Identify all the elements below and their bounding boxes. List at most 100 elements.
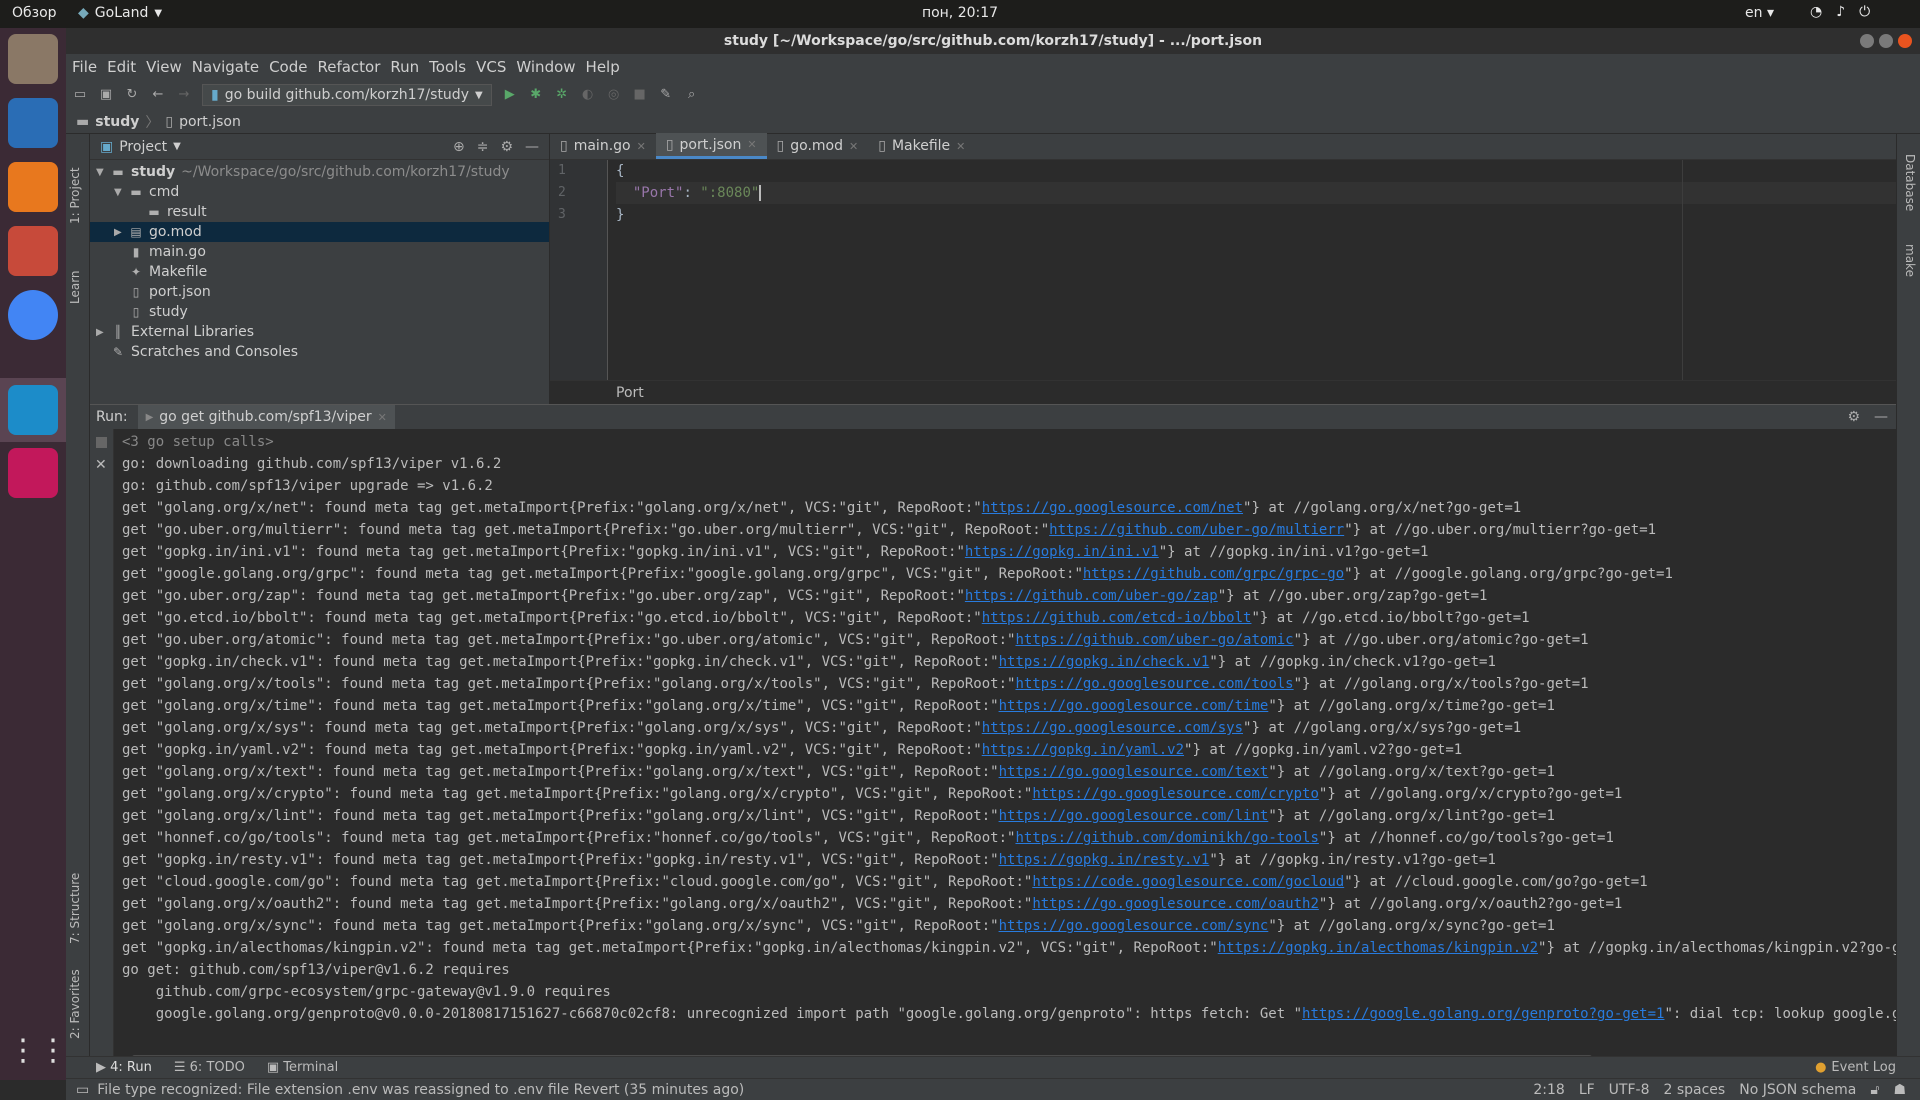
wifi-icon[interactable]: ◔ [1810, 4, 1822, 20]
tree-item[interactable]: ▼ ▬ study ~/Workspace/go/src/github.com/kor… [90, 162, 549, 182]
chevron-down-icon[interactable]: ▼ [114, 187, 128, 198]
line-separator[interactable]: LF [1579, 1082, 1595, 1098]
console-link[interactable]: https://go.googlesource.com/oauth2 [1032, 896, 1319, 912]
close-icon[interactable] [1898, 34, 1912, 48]
editor-tab[interactable]: ▯ port.json ✕ [655, 133, 767, 159]
sync-icon[interactable]: ↻ [124, 87, 140, 103]
menu-window[interactable]: Window [516, 58, 575, 76]
console-link[interactable]: https://gopkg.in/check.v1 [999, 654, 1210, 670]
tool-make[interactable]: make [1903, 244, 1917, 277]
lock-icon[interactable]: 🔓︎ [1870, 1082, 1879, 1098]
writer-icon[interactable] [8, 98, 58, 148]
search-icon[interactable]: ⌕ [684, 87, 700, 103]
event-log-button[interactable]: ● Event Log [1815, 1060, 1896, 1075]
tab-run[interactable]: ▶ 4: Run [96, 1060, 152, 1075]
gear-icon[interactable]: ⚙ [500, 139, 513, 155]
chevron-right-icon[interactable]: ▶ [96, 327, 110, 338]
tool-learn[interactable]: Learn [68, 270, 82, 304]
project-view-selector[interactable]: Project [119, 139, 167, 155]
hide-icon[interactable]: — [1874, 409, 1888, 425]
close-tab-icon[interactable]: ✕ [747, 138, 756, 151]
console-link[interactable]: https://go.googlesource.com/sys [982, 720, 1243, 736]
console-link[interactable]: https://go.googlesource.com/tools [1015, 676, 1293, 692]
console-link[interactable]: https://github.com/dominikh/go-tools [1015, 830, 1318, 846]
tree-item[interactable]: ▯ study [90, 302, 549, 322]
tree-item[interactable]: ✦ Makefile [90, 262, 549, 282]
console-link[interactable]: https://google.golang.org/genproto?go-ge… [1302, 1006, 1664, 1022]
tree-item[interactable]: ▬ result [90, 202, 549, 222]
chevron-right-icon[interactable]: ▶ [114, 227, 128, 238]
console-link[interactable]: https://go.googlesource.com/text [999, 764, 1269, 780]
console-link[interactable]: https://github.com/uber-go/atomic [1015, 632, 1293, 648]
status-message[interactable]: File type recognized: File extension .en… [97, 1082, 744, 1098]
menu-navigate[interactable]: Navigate [192, 58, 259, 76]
editor-tab[interactable]: ▯ go.mod ✕ [767, 133, 869, 159]
locate-icon[interactable]: ⊕ [453, 139, 465, 155]
indent-setting[interactable]: 2 spaces [1663, 1082, 1725, 1098]
json-path[interactable]: Port [616, 385, 644, 401]
open-folder-icon[interactable]: ▭ [72, 87, 88, 103]
run-configuration-selector[interactable]: ▮ go build github.com/korzh17/study ▼ [202, 84, 492, 106]
coverage-icon[interactable]: ✲ [554, 87, 570, 103]
breadcrumb-root[interactable]: study [95, 114, 139, 130]
menu-vcs[interactable]: VCS [476, 58, 506, 76]
console-link[interactable]: https://go.googlesource.com/sync [999, 918, 1269, 934]
code-editor[interactable]: { "Port": ":8080" } [616, 160, 1896, 380]
stop-icon[interactable]: ■ [632, 87, 648, 103]
editor-tab[interactable]: ▯ main.go ✕ [550, 133, 656, 159]
goland-dock-icon[interactable] [8, 385, 58, 435]
caret-position[interactable]: 2:18 [1533, 1082, 1564, 1098]
console-link[interactable]: https://gopkg.in/yaml.v2 [982, 742, 1184, 758]
tool-project[interactable]: 1: Project [68, 167, 82, 224]
tree-item[interactable]: ▼ ▬ cmd [90, 182, 549, 202]
run-console-output[interactable]: <3 go setup calls> go: downloading github… [122, 431, 1896, 1031]
debug-icon[interactable]: ✱ [528, 87, 544, 103]
software-center-icon[interactable] [8, 162, 58, 212]
console-link[interactable]: https://code.googlesource.com/gocloud [1032, 874, 1344, 890]
editor-tab[interactable]: ▯ Makefile ✕ [868, 133, 975, 159]
console-link[interactable]: https://gopkg.in/alecthomas/kingpin.v2 [1218, 940, 1538, 956]
attach-icon[interactable]: ◎ [606, 87, 622, 103]
tree-item[interactable]: ✎ Scratches and Consoles [90, 342, 549, 362]
forward-arrow-icon[interactable]: → [176, 87, 192, 103]
console-link[interactable]: https://github.com/uber-go/zap [965, 588, 1218, 604]
menu-tools[interactable]: Tools [429, 58, 466, 76]
menu-code[interactable]: Code [269, 58, 307, 76]
close-tab-icon[interactable]: ✕ [956, 140, 965, 153]
stop-icon[interactable] [96, 437, 107, 448]
save-icon[interactable]: ▣ [98, 87, 114, 103]
maximize-icon[interactable] [1879, 34, 1893, 48]
tree-item[interactable]: ▶ ║ External Libraries [90, 322, 549, 342]
status-panel-icon[interactable]: ▭ [76, 1082, 89, 1098]
run-icon[interactable]: ▶ [502, 87, 518, 103]
back-arrow-icon[interactable]: ← [150, 87, 166, 103]
power-icon[interactable]: ⏻ [1859, 4, 1870, 20]
console-fold[interactable]: <3 go setup calls> [122, 431, 1896, 453]
breadcrumb-file[interactable]: port.json [179, 114, 241, 130]
close-tab-icon[interactable]: ✕ [849, 140, 858, 153]
collapse-all-icon[interactable]: ≑ [477, 139, 489, 155]
language-indicator[interactable]: en ▾ [1745, 5, 1774, 21]
inspector-icon[interactable]: ☗ [1893, 1082, 1906, 1098]
hide-icon[interactable]: — [525, 139, 539, 155]
close-tab-icon[interactable]: ✕ [637, 140, 646, 153]
chevron-down-icon[interactable]: ▼ [96, 167, 110, 178]
app-menu[interactable]: ◆ GoLand ▼ [78, 5, 162, 21]
files-icon[interactable] [8, 34, 58, 84]
file-encoding[interactable]: UTF-8 [1609, 1082, 1650, 1098]
wrench-icon[interactable]: ✎ [658, 87, 674, 103]
tree-item[interactable]: ▯ port.json [90, 282, 549, 302]
tool-database[interactable]: Database [1903, 154, 1917, 211]
clock[interactable]: пон, 20:17 [922, 5, 998, 21]
console-link[interactable]: https://go.googlesource.com/net [982, 500, 1243, 516]
console-link[interactable]: https://gopkg.in/resty.v1 [999, 852, 1210, 868]
menu-run[interactable]: Run [390, 58, 419, 76]
gear-icon[interactable]: ⚙ [1847, 409, 1860, 425]
show-apps-icon[interactable]: ⋮⋮ [8, 1026, 68, 1076]
menu-file[interactable]: File [72, 58, 97, 76]
settings-icon[interactable] [8, 226, 58, 276]
menu-view[interactable]: View [146, 58, 182, 76]
close-tab-icon[interactable]: ✕ [378, 411, 387, 424]
console-link[interactable]: https://github.com/uber-go/multierr [1049, 522, 1344, 538]
console-link[interactable]: https://go.googlesource.com/time [999, 698, 1269, 714]
